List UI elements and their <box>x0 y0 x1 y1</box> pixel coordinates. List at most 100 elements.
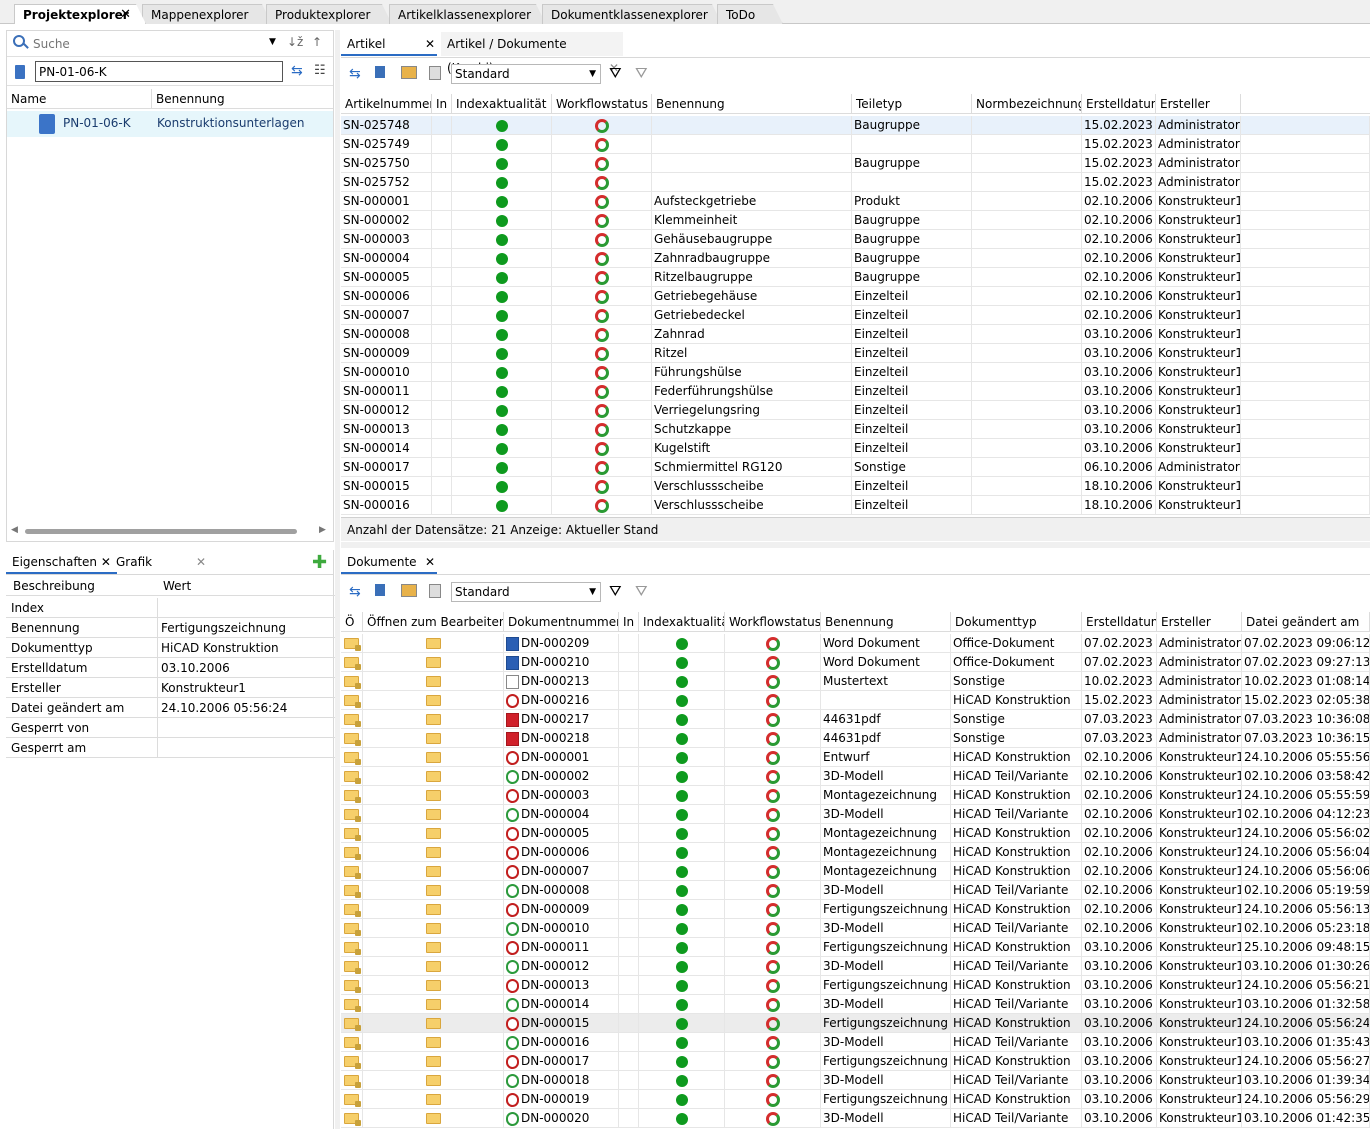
table-row[interactable]: DN-000217 44631pdf Sonstige 07.03.2023 Admin… <box>341 710 1370 729</box>
folder-icon[interactable] <box>425 809 441 820</box>
locked-folder-icon[interactable] <box>344 866 361 879</box>
table-row[interactable]: SN-000017 Schmiermittel RG120 Sonstige 06.1… <box>341 458 1370 477</box>
tab-dokumentklassenexplorer[interactable]: Dokumentklassenexplorer <box>542 4 722 24</box>
property-value[interactable] <box>158 598 336 618</box>
table-row[interactable]: SN-025750 Baugruppe 15.02.2023 Administrato… <box>341 154 1370 173</box>
tab-produktexplorer[interactable]: Produktexplorer <box>266 4 392 24</box>
folder-icon[interactable] <box>425 847 441 858</box>
close-icon[interactable]: ✕ <box>196 550 206 574</box>
artikel-col-header[interactable]: Benennung <box>652 94 852 114</box>
tab-mappenexplorer[interactable]: Mappenexplorer <box>142 4 272 24</box>
folder-icon[interactable] <box>425 771 441 782</box>
refresh-icon[interactable]: ⇆ <box>291 63 303 79</box>
detail-icon[interactable] <box>375 584 385 596</box>
image-icon[interactable] <box>401 584 417 597</box>
folder-icon[interactable] <box>425 923 441 934</box>
table-row[interactable]: DN-000218 44631pdf Sonstige 07.03.2023 Admin… <box>341 729 1370 748</box>
locked-folder-icon[interactable] <box>344 638 361 651</box>
table-row[interactable]: SN-000009 Ritzel Einzelteil 03.10.2006 Konst… <box>341 344 1370 363</box>
property-value[interactable]: 24.10.2006 05:56:24 <box>158 698 336 718</box>
vertical-splitter[interactable] <box>335 30 340 1129</box>
tree-row[interactable]: PN-01-06-K Konstruktionsunterlagen <box>7 111 333 137</box>
locked-folder-icon[interactable] <box>344 1113 361 1126</box>
close-icon[interactable]: ✕ <box>120 5 131 25</box>
dokumente-col-header[interactable]: Workflowstatus <box>725 612 821 632</box>
clear-filter-icon[interactable]: ⛛ <box>635 64 651 82</box>
locked-folder-icon[interactable] <box>344 733 361 746</box>
table-row[interactable]: DN-000020 3D-Modell HiCAD Teil/Variante 03.… <box>341 1109 1370 1128</box>
search-input[interactable] <box>33 34 269 54</box>
dokumente-col-header[interactable]: Erstelldatum <box>1082 612 1157 632</box>
table-row[interactable]: SN-000001 Aufsteckgetriebe Produkt 02.10.20… <box>341 192 1370 211</box>
folder-icon[interactable] <box>425 733 441 744</box>
dokumente-view-select[interactable]: Standard ▼ <box>451 582 601 602</box>
image-icon[interactable] <box>401 66 417 79</box>
table-row[interactable]: DN-000216 HiCAD Konstruktion 15.02.2023 Adm… <box>341 691 1370 710</box>
project-number-field[interactable] <box>35 61 283 82</box>
property-value[interactable] <box>158 718 336 738</box>
artikel-col-header[interactable]: Workflowstatus <box>552 94 652 114</box>
sort-ascending-icon[interactable]: ↓ž <box>287 35 303 49</box>
tree-col-name[interactable]: Name <box>7 89 152 109</box>
tab-artikelklassenexplorer[interactable]: Artikelklassenexplorer <box>389 4 546 24</box>
property-value[interactable] <box>158 738 336 758</box>
table-row[interactable]: DN-000019 Fertigungszeichnung HiCAD Konstr… <box>341 1090 1370 1109</box>
add-icon[interactable]: ✚ <box>312 552 327 573</box>
table-row[interactable]: SN-000004 Zahnradbaugruppe Baugruppe 02.10.… <box>341 249 1370 268</box>
tab-artikel-dokumente-kombi[interactable]: Artikel / Dokumente (Kombi)✕ <box>441 32 623 75</box>
table-row[interactable]: SN-000011 Federführungshülse Einzelteil 03.… <box>341 382 1370 401</box>
locked-folder-icon[interactable] <box>344 657 361 670</box>
folder-icon[interactable] <box>425 1037 441 1048</box>
sort-descending-icon[interactable]: ↑ <box>312 35 322 49</box>
locked-folder-icon[interactable] <box>344 999 361 1012</box>
property-value[interactable]: 03.10.2006 <box>158 658 336 678</box>
tab-dokumente[interactable]: Dokumente ✕ <box>341 550 437 574</box>
table-row[interactable]: DN-000013 Fertigungszeichnung HiCAD Konstr… <box>341 976 1370 995</box>
tree-options-icon[interactable]: ☷ <box>314 63 326 78</box>
tree-col-benennung[interactable]: Benennung <box>152 89 333 109</box>
locked-folder-icon[interactable] <box>344 752 361 765</box>
locked-folder-icon[interactable] <box>344 961 361 974</box>
locked-folder-icon[interactable] <box>344 771 361 784</box>
locked-folder-icon[interactable] <box>344 1018 361 1031</box>
tab-grafik[interactable]: Grafik ✕ <box>110 550 210 574</box>
table-row[interactable]: SN-025752 15.02.2023 Administrator <box>341 173 1370 192</box>
tree-hscrollbar[interactable]: ◀ ▶ <box>7 523 333 539</box>
folder-icon[interactable] <box>425 904 441 915</box>
table-row[interactable]: DN-000006 Montagezeichnung HiCAD Konstrukt… <box>341 843 1370 862</box>
table-row[interactable]: SN-000008 Zahnrad Einzelteil 03.10.2006 Kons… <box>341 325 1370 344</box>
tab-eigenschaften[interactable]: Eigenschaften ✕ <box>6 550 117 574</box>
table-row[interactable]: DN-000213 Mustertext Sonstige 10.02.2023 Adm… <box>341 672 1370 691</box>
table-row[interactable]: DN-000016 3D-Modell HiCAD Teil/Variante 03.… <box>341 1033 1370 1052</box>
artikel-col-header[interactable]: Teiletyp <box>852 94 972 114</box>
table-row[interactable]: SN-025748 Baugruppe 15.02.2023 Administrato… <box>341 116 1370 135</box>
folder-icon[interactable] <box>425 695 441 706</box>
table-row[interactable]: DN-000210 Word Dokument Office-Dokument 07.… <box>341 653 1370 672</box>
artikel-col-header[interactable]: Indexaktualität <box>452 94 552 114</box>
table-row[interactable]: DN-000017 Fertigungszeichnung HiCAD Konstr… <box>341 1052 1370 1071</box>
table-row[interactable]: SN-000012 Verriegelungsring Einzelteil 03.1… <box>341 401 1370 420</box>
filter-icon[interactable]: ⛛ <box>609 64 625 82</box>
dokumente-col-header[interactable]: Öffnen zum Bearbeiten <box>363 612 504 632</box>
locked-folder-icon[interactable] <box>344 676 361 689</box>
table-row[interactable]: SN-000002 Klemmeinheit Baugruppe 02.10.2006… <box>341 211 1370 230</box>
clear-filter-icon[interactable]: ⛛ <box>635 582 651 600</box>
locked-folder-icon[interactable] <box>344 923 361 936</box>
locked-folder-icon[interactable] <box>344 790 361 803</box>
chevron-down-icon[interactable]: ▼ <box>269 37 276 47</box>
folder-icon[interactable] <box>425 828 441 839</box>
locked-folder-icon[interactable] <box>344 1075 361 1088</box>
close-icon[interactable]: ✕ <box>425 550 435 574</box>
delete-list-icon[interactable] <box>429 584 441 598</box>
refresh-icon[interactable]: ⇆ <box>349 584 365 600</box>
filter-icon[interactable]: ⛛ <box>609 582 625 600</box>
table-row[interactable]: DN-000009 Fertigungszeichnung HiCAD Konstr… <box>341 900 1370 919</box>
artikel-col-header[interactable]: Ersteller <box>1156 94 1241 114</box>
folder-icon[interactable] <box>425 999 441 1010</box>
artikel-view-select[interactable]: Standard ▼ <box>451 64 601 84</box>
folder-icon[interactable] <box>425 942 441 953</box>
tab-todo[interactable]: ToDo <box>717 4 783 24</box>
folder-icon[interactable] <box>425 790 441 801</box>
table-row[interactable]: SN-000006 Getriebegehäuse Einzelteil 02.10.… <box>341 287 1370 306</box>
locked-folder-icon[interactable] <box>344 885 361 898</box>
